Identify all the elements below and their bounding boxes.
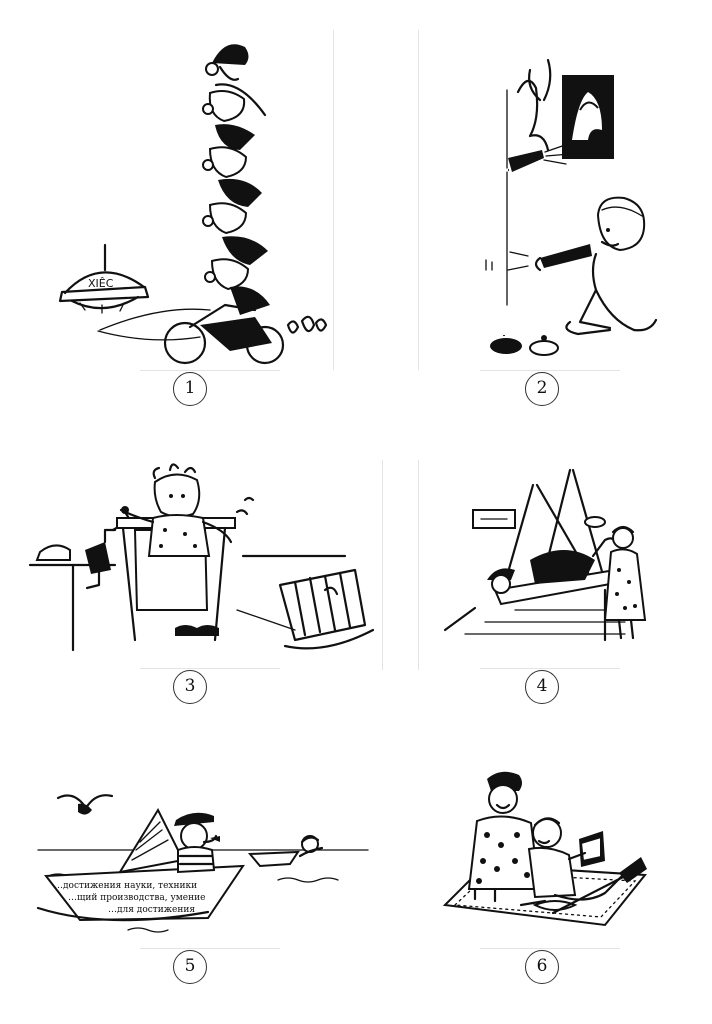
paper-text-line-3: …для достижения bbox=[108, 905, 195, 915]
panel-number-2: 2 bbox=[525, 372, 559, 406]
panel-number-4: 4 bbox=[525, 670, 559, 704]
panel-4-illustration bbox=[443, 468, 647, 642]
water-hose bbox=[444, 143, 571, 337]
paper-text-line-1: …достижения науки, техники bbox=[54, 881, 197, 891]
panel-number-3: 3 bbox=[173, 670, 207, 704]
tent-sign: XIÊC bbox=[88, 277, 114, 290]
sailor-captain bbox=[174, 812, 220, 874]
woman-hairdresser bbox=[467, 771, 541, 903]
woman-in-polka-dress bbox=[603, 525, 647, 640]
panel-number-5: 5 bbox=[173, 950, 207, 984]
circus-tent: XIÊC bbox=[58, 243, 150, 314]
panel-6-illustration bbox=[442, 771, 647, 927]
panel-number-1: 1 bbox=[173, 372, 207, 406]
wall-painting bbox=[562, 75, 614, 159]
swimmer bbox=[247, 835, 324, 868]
panel-number-6: 6 bbox=[525, 950, 559, 984]
seagull bbox=[56, 794, 114, 815]
panel-6-cartoon bbox=[435, 765, 675, 945]
panel-1-cartoon: XIÊC bbox=[40, 25, 340, 375]
panel-2-cartoon bbox=[420, 30, 670, 375]
panel-2-illustration bbox=[444, 58, 658, 356]
boy-with-trumpet bbox=[507, 196, 658, 336]
panel-3-illustration bbox=[28, 463, 375, 652]
panel-4-cartoon bbox=[425, 460, 675, 670]
woman-ironing bbox=[116, 463, 255, 642]
acrobat-tower bbox=[163, 44, 328, 365]
panel-1-illustration: XIÊC bbox=[58, 44, 328, 365]
rocking-cradle bbox=[278, 568, 375, 650]
paper-text-line-2: …щий производства, умение bbox=[68, 893, 205, 903]
panel-3-cartoon bbox=[25, 460, 385, 670]
panel-5-illustration: …достижения науки, техники …щий производ… bbox=[36, 794, 369, 933]
panel-5-cartoon: …достижения науки, техники …щий производ… bbox=[28, 780, 378, 950]
